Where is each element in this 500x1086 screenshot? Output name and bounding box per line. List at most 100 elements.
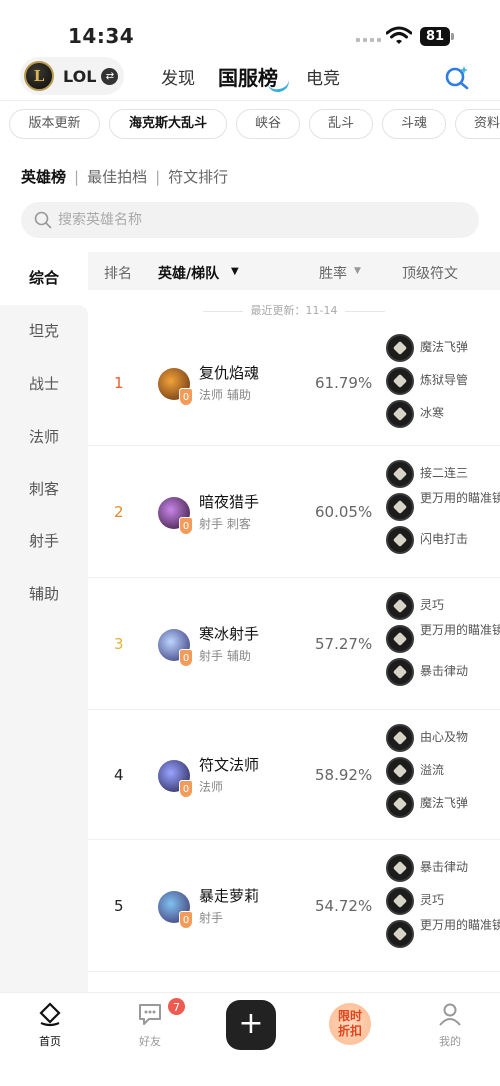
mode-chip-row: 版本更新 海克斯大乱斗 峡谷 乱斗 斗魂 资料	[0, 100, 500, 148]
rune-name: 溢流	[420, 763, 445, 777]
tab-esports[interactable]: 电竞	[306, 64, 340, 89]
rune-name: 接二连三	[420, 466, 469, 480]
chip-version-update[interactable]: 版本更新	[9, 109, 100, 139]
create-post-button[interactable]: +	[226, 1000, 276, 1050]
hero-rank: 5	[114, 897, 124, 915]
profile-icon	[439, 1003, 461, 1026]
header-top-runes: 顶级符文	[402, 266, 458, 282]
rune-icon	[386, 367, 414, 395]
game-switcher[interactable]: L LOL ⇄	[20, 57, 124, 95]
hero-row[interactable]: 2 0 暗夜猎手 射手 刺客 60.05% 接二连三 更万用的瞄准镜 闪电打击	[88, 448, 500, 578]
hero-name: 暗夜猎手	[199, 493, 260, 511]
rune-name: 灵巧	[420, 598, 445, 612]
search-sparkle-icon[interactable]	[444, 64, 470, 90]
chat-icon	[139, 1004, 161, 1025]
subtab-hero-list[interactable]: 英雄榜	[21, 166, 66, 187]
hero-row[interactable]: 1 0 复仇焰魂 法师 辅助 61.79% 魔法飞弹 炼狱导管 冰寒	[88, 322, 500, 446]
wifi-icon	[386, 26, 412, 44]
chip-data[interactable]: 资料	[455, 109, 500, 139]
rune-name: 暴击律动	[420, 664, 469, 678]
rune-name: 炼狱导管	[420, 373, 469, 387]
hero-win-rate: 57.27%	[315, 635, 373, 653]
chip-arena[interactable]: 斗魂	[382, 109, 446, 139]
rune-icon	[386, 460, 414, 488]
subtab-best-partner[interactable]: 最佳拍档	[87, 166, 147, 187]
top-nav: L LOL ⇄ 发现 国服榜 电竞	[0, 54, 500, 100]
nav-home-label: 首页	[39, 1035, 61, 1048]
hero-row[interactable]: 5 0 暴走萝莉 射手 54.72% 暴击律动 灵巧 更万用的瞄准镜	[88, 842, 500, 972]
nav-friends-label: 好友	[139, 1035, 161, 1048]
sidebar-item-mage[interactable]: 法师	[0, 411, 88, 463]
hero-roles: 射手 刺客	[199, 517, 251, 531]
rune-icon	[386, 920, 414, 948]
sort-down-icon[interactable]: ▼	[354, 266, 361, 276]
rune-name: 魔法飞弹	[420, 796, 469, 810]
hero-row[interactable]: 3 0 寒冰射手 射手 辅助 57.27% 灵巧 更万用的瞄准镜 暴击律动	[88, 580, 500, 710]
hero-name: 复仇焰魂	[199, 364, 260, 382]
lol-logo-icon: L	[24, 61, 54, 91]
hero-win-rate: 58.92%	[315, 766, 373, 784]
hero-rank: 2	[114, 503, 124, 521]
friends-notification-badge: 7	[167, 997, 186, 1016]
sidebar-item-support[interactable]: 辅助	[0, 568, 88, 620]
tier-badge: 0	[179, 911, 193, 929]
sidebar-item-tank[interactable]: 坦克	[0, 305, 88, 357]
tier-badge: 0	[179, 649, 193, 667]
promo-line-2: 折扣	[337, 1024, 362, 1038]
rune-icon	[386, 493, 414, 521]
swap-icon: ⇄	[101, 67, 119, 85]
search-box	[21, 202, 479, 238]
divider: |	[74, 167, 80, 186]
hero-row[interactable]: 4 0 符文法师 法师 58.92% 由心及物 溢流 魔法飞弹	[88, 712, 500, 840]
hero-name: 寒冰射手	[199, 625, 260, 643]
rune-icon	[386, 757, 414, 785]
sidebar-item-fighter[interactable]: 战士	[0, 358, 88, 410]
hero-rank: 4	[114, 766, 124, 784]
rune-icon	[386, 724, 414, 752]
tab-discover[interactable]: 发现	[161, 64, 195, 89]
rune-name: 由心及物	[420, 730, 469, 744]
subtab-rune-ranking[interactable]: 符文排行	[168, 166, 228, 187]
sort-down-icon[interactable]: ▼	[231, 266, 239, 277]
rune-name: 闪电打击	[420, 532, 469, 546]
rune-icon	[386, 334, 414, 362]
nav-home[interactable]: 首页	[20, 1001, 80, 1049]
sidebar-item-overall[interactable]: 综合	[0, 252, 88, 304]
hero-search-input[interactable]	[58, 212, 438, 228]
hero-roles: 射手	[199, 911, 224, 925]
battery-icon: 81	[420, 27, 450, 46]
cellular-signal-icon	[356, 38, 381, 42]
chip-rift[interactable]: 峡谷	[236, 109, 300, 139]
header-hero[interactable]: 英雄/梯队	[158, 263, 219, 283]
hero-win-rate: 61.79%	[315, 374, 373, 392]
header-rank: 排名	[104, 266, 132, 282]
sidebar-item-assassin[interactable]: 刺客	[0, 463, 88, 515]
limited-discount-button[interactable]: 限时 折扣	[329, 1003, 371, 1045]
rune-icon	[386, 625, 414, 653]
hero-win-rate: 54.72%	[315, 897, 373, 915]
sub-tabs: 英雄榜 | 最佳拍档 | 符文排行	[21, 166, 228, 187]
table-header: 排名 英雄/梯队 ▼ 胜率 ▼ 顶级符文	[88, 252, 500, 290]
game-name: LOL	[63, 66, 97, 86]
status-time: 14:34	[68, 24, 135, 48]
divider: |	[155, 167, 161, 186]
rune-icon	[386, 592, 414, 620]
search-icon	[34, 211, 52, 229]
last-update-text: 最近更新：11-14	[88, 302, 500, 318]
chip-aram[interactable]: 乱斗	[309, 109, 373, 139]
header-win-rate[interactable]: 胜率	[319, 263, 347, 283]
rune-icon	[386, 887, 414, 915]
nav-me[interactable]: 我的	[420, 1001, 480, 1049]
tier-badge: 0	[179, 388, 193, 406]
hero-roles: 射手 辅助	[199, 649, 251, 663]
hero-name: 暴走萝莉	[199, 887, 260, 905]
bottom-nav: 首页 好友 7 + 限时 折扣 我的	[0, 992, 500, 1086]
sidebar-item-marksman[interactable]: 射手	[0, 515, 88, 567]
chip-hextech-aram[interactable]: 海克斯大乱斗	[109, 109, 227, 139]
rune-name: 更万用的瞄准镜	[420, 491, 500, 505]
hero-roles: 法师	[199, 780, 224, 794]
rune-icon	[386, 790, 414, 818]
promo-line-1: 限时	[337, 1009, 362, 1023]
tier-badge: 0	[179, 780, 193, 798]
rune-name: 灵巧	[420, 893, 445, 907]
